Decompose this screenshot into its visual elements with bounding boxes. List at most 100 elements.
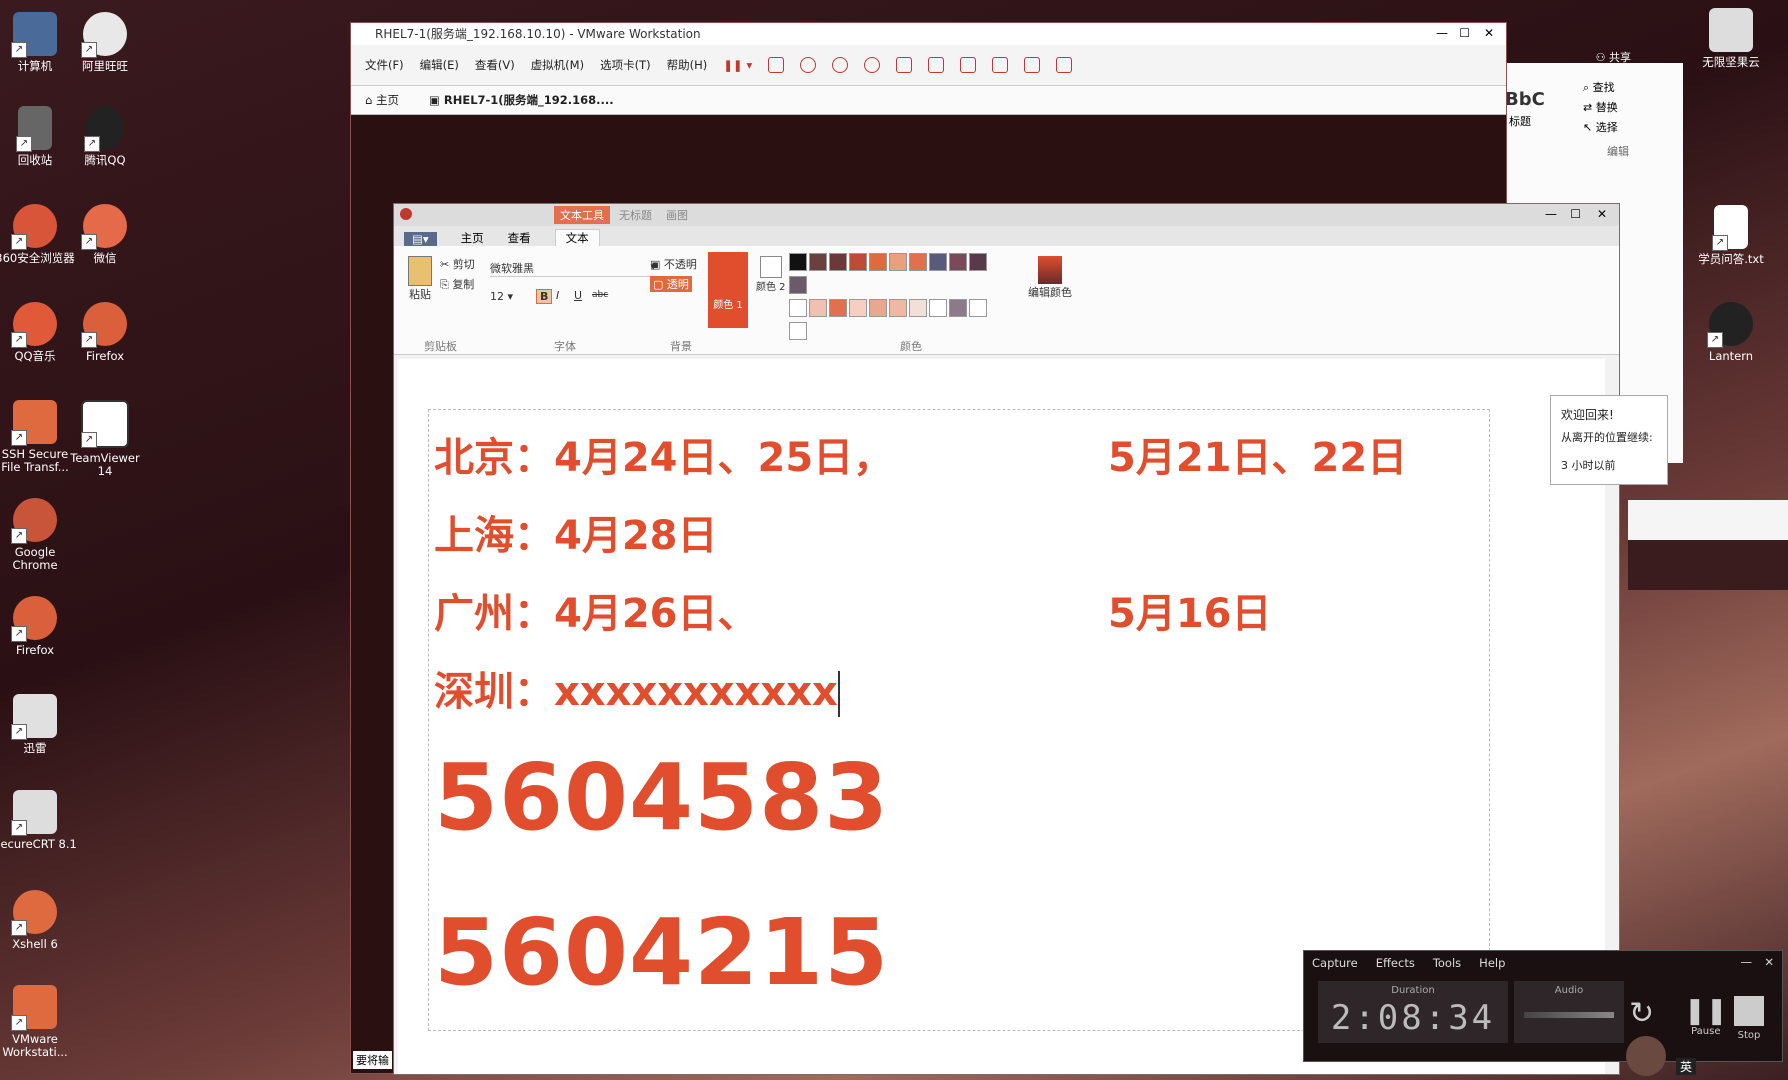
welcome-back-popup[interactable]: 欢迎回来! 从离开的位置继续: 3 小时以前: [1550, 395, 1668, 485]
stretch-icon[interactable]: [1056, 57, 1073, 73]
color-swatch[interactable]: [909, 253, 927, 271]
minimize-button[interactable]: —: [1436, 26, 1448, 40]
color-swatch[interactable]: [849, 253, 867, 271]
menu-tabs[interactable]: 选项卡(T): [600, 57, 651, 73]
desktop-icon-qq[interactable]: ↗ 腾讯QQ: [62, 106, 148, 167]
color-swatch[interactable]: [969, 253, 987, 271]
color-swatch[interactable]: [789, 299, 807, 317]
paint-minimize-button[interactable]: —: [1545, 207, 1557, 221]
file-menu-button[interactable]: ▤▾: [404, 232, 437, 246]
desktop-icon-wechat[interactable]: ↗ 微信: [62, 204, 148, 265]
color-swatch[interactable]: [889, 253, 907, 271]
ime-indicator[interactable]: 英: [1676, 1058, 1697, 1075]
desktop-icon-vmware[interactable]: ↗ VMware Workstati...: [0, 985, 78, 1059]
paint-maximize-button[interactable]: ☐: [1570, 207, 1581, 221]
capture-close-button[interactable]: ✕: [1764, 955, 1774, 969]
vmware-tabs: ⌂ 主页 ▣ RHEL7-1(服务端_192.168....: [351, 86, 1506, 115]
color-swatch[interactable]: [809, 253, 827, 271]
edit-colors-button[interactable]: 编辑颜色: [1028, 256, 1072, 300]
underline-button[interactable]: U: [574, 289, 582, 302]
color-swatch[interactable]: [829, 299, 847, 317]
menu-view[interactable]: 查看(V): [475, 57, 515, 73]
color-swatch[interactable]: [849, 299, 867, 317]
menu-edit[interactable]: 编辑(E): [420, 57, 459, 73]
desktop-icon-aliwangwang[interactable]: ↗ 阿里旺旺: [62, 12, 148, 73]
find-button[interactable]: ⌕ 查找: [1583, 79, 1615, 95]
menu-help[interactable]: 帮助(H): [667, 57, 708, 73]
color-swatch[interactable]: [949, 299, 967, 317]
menu-capture[interactable]: Capture: [1312, 956, 1358, 970]
menu-effects[interactable]: Effects: [1376, 956, 1415, 970]
revert-snapshot-icon[interactable]: [832, 57, 849, 73]
bold-button[interactable]: B: [536, 289, 553, 304]
replace-button[interactable]: ⇄ 替换: [1583, 99, 1618, 115]
duration-panel: Duration 2:08:34: [1318, 981, 1508, 1043]
color-swatch[interactable]: [969, 299, 987, 317]
desktop-icon-firefox[interactable]: ↗ Firefox: [62, 302, 148, 363]
library-icon[interactable]: [896, 57, 913, 73]
color-swatch[interactable]: [829, 253, 847, 271]
italic-button[interactable]: I: [556, 289, 559, 302]
color-swatch[interactable]: [869, 253, 887, 271]
maximize-button[interactable]: ☐: [1459, 26, 1470, 40]
font-name-select[interactable]: 微软雅黑 ▾: [490, 260, 656, 277]
desktop-icon-txt-file[interactable]: ↗ 学员问答.txt: [1688, 205, 1774, 266]
desktop-icon-xunlei[interactable]: ↗ 迅雷: [0, 694, 78, 755]
tab-home[interactable]: ⌂ 主页: [365, 92, 399, 108]
styles-preview[interactable]: BbC: [1505, 89, 1545, 110]
share-button[interactable]: ⚇ 共享: [1596, 49, 1631, 65]
close-button[interactable]: ✕: [1484, 26, 1494, 40]
transparent-button[interactable]: ▢ 透明: [650, 276, 692, 292]
snapshot-icon[interactable]: [800, 57, 817, 73]
capture-minimize-button[interactable]: —: [1741, 955, 1753, 969]
paste-button[interactable]: 粘贴: [408, 256, 432, 302]
color-swatch[interactable]: [789, 253, 807, 271]
stop-button[interactable]: Stop: [1734, 996, 1764, 1041]
snapshot-manager-icon[interactable]: [864, 57, 881, 73]
strikethrough-button[interactable]: abc: [592, 290, 608, 300]
menu-file[interactable]: 文件(F): [365, 57, 404, 73]
txt-file-icon: ↗: [1712, 205, 1748, 251]
tab-view[interactable]: 查看: [508, 230, 531, 246]
unity-icon[interactable]: [992, 57, 1009, 73]
desktop-icon-chrome[interactable]: ↗ Google Chrome: [0, 498, 78, 572]
color-swatch[interactable]: [789, 276, 807, 294]
desktop-icon-securecrt[interactable]: ↗ SecureCRT 8.1: [0, 790, 78, 851]
paint-ribbon-tabs: ▤▾ 主页 查看 文本: [394, 226, 1619, 246]
color-swatch[interactable]: [949, 253, 967, 271]
color-swatch[interactable]: [909, 299, 927, 317]
color-swatch[interactable]: [869, 299, 887, 317]
opaque-button[interactable]: ▣ 不透明: [650, 256, 697, 272]
console-icon[interactable]: [1024, 57, 1041, 73]
color-swatch[interactable]: [809, 299, 827, 317]
send-keys-icon[interactable]: [768, 57, 785, 73]
menu-tools[interactable]: Tools: [1433, 956, 1461, 970]
desktop-icon-jianguoyun[interactable]: 无限坚果云: [1688, 8, 1774, 69]
tab-vm[interactable]: ▣ RHEL7-1(服务端_192.168....: [429, 92, 614, 108]
restart-button[interactable]: ↻: [1629, 996, 1654, 1031]
color2-button[interactable]: 颜色 2: [756, 256, 786, 293]
select-button[interactable]: ↖ 选择: [1583, 119, 1618, 135]
menu-vm[interactable]: 虚拟机(M): [531, 57, 584, 73]
paint-close-button[interactable]: ✕: [1597, 207, 1607, 221]
desktop-icon-teamviewer[interactable]: ↗ TeamViewer 14: [62, 400, 148, 478]
tab-home[interactable]: 主页: [461, 230, 484, 246]
tab-text[interactable]: 文本: [554, 229, 600, 246]
thumbnail-icon[interactable]: [928, 57, 945, 73]
copy-button[interactable]: ⎘ 复制: [440, 276, 474, 292]
color-swatch[interactable]: [929, 299, 947, 317]
cut-button[interactable]: ✂ 剪切: [440, 256, 475, 272]
fullscreen-icon[interactable]: [960, 57, 977, 73]
desktop-icon-xshell[interactable]: ↗ Xshell 6: [0, 890, 78, 951]
color-swatch[interactable]: [889, 299, 907, 317]
pause-button[interactable]: ❚❚ Pause: [1684, 996, 1728, 1037]
font-size-select[interactable]: 12 ▾: [490, 290, 526, 303]
color-swatch[interactable]: [789, 322, 807, 340]
pause-icon[interactable]: ❚❚ ▾: [723, 58, 752, 72]
context-tab-text-tools[interactable]: 文本工具: [554, 206, 610, 224]
color-swatch[interactable]: [929, 253, 947, 271]
desktop-icon-lantern[interactable]: ↗ Lantern: [1688, 302, 1774, 363]
menu-help[interactable]: Help: [1479, 956, 1505, 970]
color1-button[interactable]: 颜色 1: [708, 252, 748, 328]
desktop-icon-firefox-2[interactable]: ↗ Firefox: [0, 596, 78, 657]
